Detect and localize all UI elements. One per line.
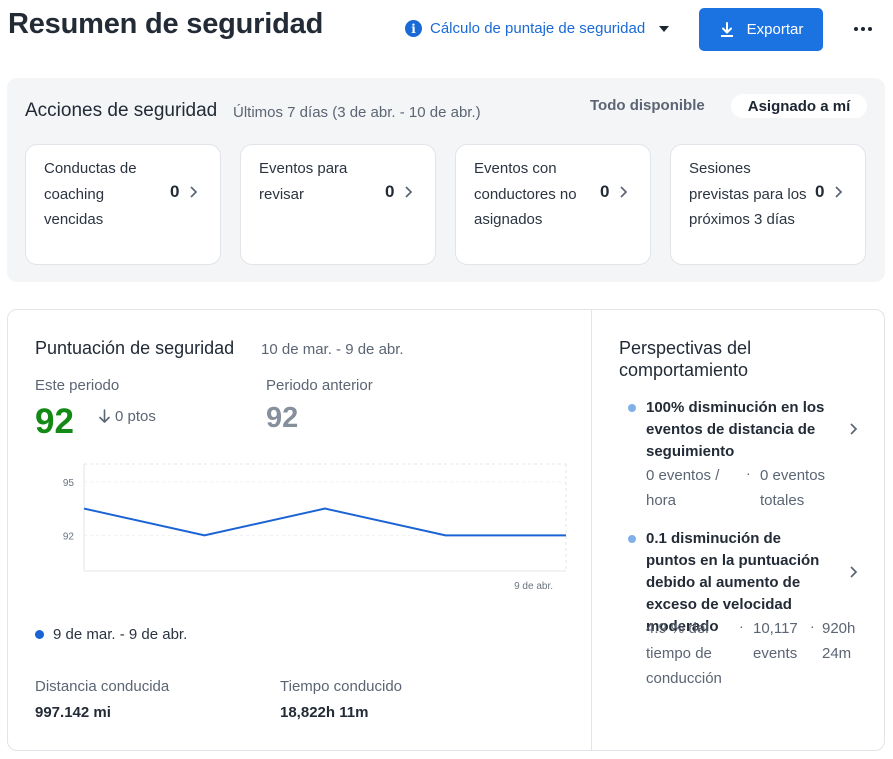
export-label: Exportar — [746, 21, 804, 38]
arrow-down-icon — [99, 409, 110, 423]
more-horizontal-icon — [854, 27, 858, 31]
chevron-right-icon — [833, 185, 845, 199]
distance-driven-label: Distancia conducida — [35, 678, 170, 695]
previous-period-label: Periodo anterior — [266, 377, 373, 394]
download-icon — [720, 21, 733, 37]
insight-metric: 10,117 events — [753, 620, 798, 662]
info-icon: i — [405, 20, 422, 37]
chart-legend: 9 de mar. - 9 de abr. — [35, 626, 187, 643]
action-card-label: Conductas de coaching vencidas — [44, 160, 137, 228]
score-delta: 0 ptos — [98, 408, 156, 425]
insight-bullet — [628, 404, 636, 412]
score-delta-value: 0 ptos — [115, 408, 156, 425]
action-card-events-to-review[interactable]: Eventos para revisar 0 — [240, 144, 436, 265]
safety-score-chart: 95 92 9 de abr. — [63, 463, 567, 592]
chart-y-tick-label: 95 — [63, 478, 75, 489]
more-options-button[interactable] — [852, 18, 874, 40]
this-period-score: 92 — [35, 402, 74, 441]
time-driven-label: Tiempo conducido — [280, 678, 403, 695]
action-card-upcoming-sessions[interactable]: Sesiones previstas para los próximos 3 d… — [670, 144, 866, 265]
filter-assigned-to-me[interactable]: Asignado a mí — [731, 94, 867, 118]
insight-metric: 0 eventos totales — [760, 467, 826, 509]
chevron-right-icon — [618, 185, 630, 199]
chevron-right-icon — [848, 422, 860, 436]
action-card-unassigned-drivers[interactable]: Eventos con conductores no asignados 0 — [455, 144, 651, 265]
action-card-label: Eventos con conductores no asignados — [474, 160, 577, 228]
chart-y-tick-label: 92 — [63, 531, 75, 542]
safety-score-title: Puntuación de seguridad — [35, 338, 235, 358]
metric-separator: · — [746, 465, 751, 481]
insight-metric: 0 eventos / hora — [646, 467, 720, 509]
score-calculation-label: Cálculo de puntaje de seguridad — [430, 20, 646, 37]
legend-dot — [35, 630, 44, 639]
insight-text: 100% disminución en los eventos de dista… — [646, 399, 825, 460]
export-button[interactable]: Exportar — [699, 8, 823, 51]
this-period-label: Este periodo — [35, 377, 120, 394]
action-card-count: 0 — [385, 182, 395, 201]
safety-score-panel: Puntuación de seguridad 10 de mar. - 9 d… — [7, 309, 885, 751]
metric-separator: · — [810, 618, 815, 634]
action-card-count: 0 — [600, 182, 610, 201]
action-card-label: Sesiones previstas para los próximos 3 d… — [689, 160, 807, 228]
page-title: Resumen de seguridad — [8, 8, 324, 40]
action-card-count: 0 — [170, 182, 180, 201]
distance-driven-value: 997.142 mi — [35, 704, 111, 721]
chart-x-tick-label: 9 de abr. — [514, 581, 553, 592]
panel-divider — [591, 310, 592, 750]
safety-actions-panel: Acciones de seguridad Últimos 7 días (3 … — [7, 78, 885, 282]
insight-metric: 4.9 % del tiempo de conducción — [646, 620, 722, 687]
action-card-count: 0 — [815, 182, 825, 201]
action-card-overdue-coaching[interactable]: Conductas de coaching vencidas 0 — [25, 144, 221, 265]
insight-bullet — [628, 535, 636, 543]
legend-label: 9 de mar. - 9 de abr. — [53, 626, 188, 643]
safety-score-range: 10 de mar. - 9 de abr. — [261, 341, 404, 358]
score-calculation-dropdown[interactable]: i Cálculo de puntaje de seguridad — [405, 20, 670, 37]
safety-actions-title: Acciones de seguridad — [25, 100, 218, 121]
insight-item[interactable]: 0.1 disminución de puntos en la puntuaci… — [626, 529, 866, 689]
filter-all-available[interactable]: Todo disponible — [590, 97, 705, 114]
safety-actions-range: Últimos 7 días (3 de abr. - 10 de abr.) — [233, 104, 481, 121]
insight-metric: 920h 24m — [822, 620, 856, 662]
caret-down-icon — [659, 25, 670, 32]
chevron-right-icon — [188, 185, 200, 199]
time-driven-value: 18,822h 11m — [280, 704, 369, 721]
action-card-label: Eventos para revisar — [259, 160, 348, 203]
chart-series-line — [83, 507, 566, 537]
metric-separator: · — [739, 618, 744, 634]
chevron-right-icon — [848, 565, 860, 579]
chevron-right-icon — [403, 185, 415, 199]
previous-period-score: 92 — [266, 402, 299, 434]
behavior-insights-title: Perspectivas del comportamiento — [619, 338, 752, 380]
insight-item[interactable]: 100% disminución en los eventos de dista… — [626, 398, 866, 509]
